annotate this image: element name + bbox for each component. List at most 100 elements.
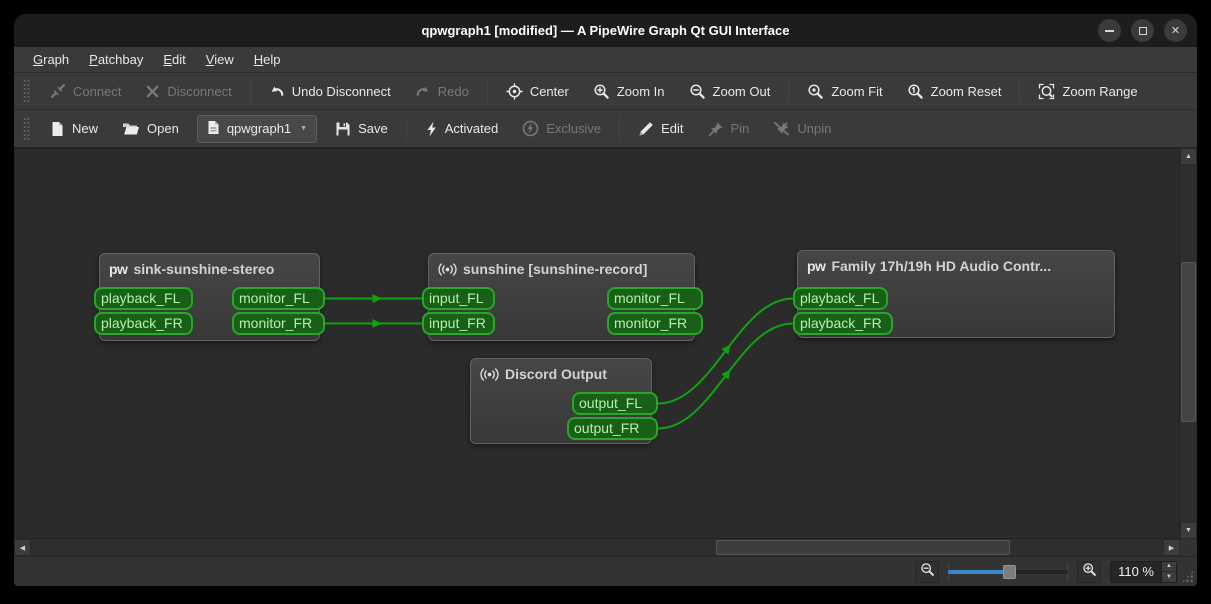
toolbar-separator <box>788 79 790 103</box>
menu-graph[interactable]: Graph <box>24 49 78 70</box>
pin-button[interactable]: Pin <box>697 116 761 142</box>
zoom-reset-button[interactable]: Zoom Reset <box>896 78 1013 105</box>
unpin-button[interactable]: Unpin <box>762 116 842 142</box>
canvas-area: pw sink-sunshine-stereo playback_FL playbac… <box>14 148 1197 556</box>
chevron-down-icon: ▼ <box>300 125 308 132</box>
scroll-right-button[interactable]: ▶ <box>1163 539 1180 556</box>
close-button[interactable]: ✕ <box>1164 19 1187 42</box>
minimize-icon <box>1105 29 1114 32</box>
spin-up-button[interactable]: ▲ <box>1162 561 1176 572</box>
scroll-down-button[interactable]: ▼ <box>1180 522 1197 539</box>
zoom-reset-icon <box>907 83 924 100</box>
menu-view[interactable]: View <box>197 49 243 70</box>
zoom-out-button[interactable]: Zoom Out <box>678 78 782 105</box>
zoom-in-button[interactable]: Zoom In <box>582 78 676 105</box>
zoom-slider[interactable] <box>948 562 1069 582</box>
node-header: pw sink-sunshine-stereo <box>100 254 319 284</box>
port[interactable]: playback_FL <box>94 287 193 310</box>
node-header: pw Family 17h/19h HD Audio Contr... <box>798 251 1114 281</box>
titlebar[interactable]: qpwgraph1 [modified] — A PipeWire Graph … <box>14 14 1197 47</box>
toolbar-separator <box>1019 79 1021 103</box>
maximize-button[interactable] <box>1131 19 1154 42</box>
redo-icon <box>415 84 431 99</box>
minimize-button[interactable] <box>1098 19 1121 42</box>
new-button[interactable]: New <box>39 116 109 142</box>
open-button[interactable]: Open <box>111 116 190 141</box>
arrow-right-icon: ▶ <box>1168 544 1175 552</box>
zoom-spinbox[interactable]: 110 % ▲ ▼ <box>1110 560 1177 583</box>
node-title: sink-sunshine-stereo <box>133 261 275 277</box>
stream-icon <box>438 262 457 277</box>
spin-down-button[interactable]: ▼ <box>1162 572 1176 582</box>
new-file-icon <box>50 121 65 137</box>
zoom-in-icon <box>1082 562 1097 582</box>
undo-icon <box>269 84 285 99</box>
toolbar-separator <box>486 79 488 103</box>
node-header: Discord Output <box>471 359 651 389</box>
port[interactable]: monitor_FR <box>232 312 325 335</box>
spin-buttons: ▲ ▼ <box>1161 561 1176 582</box>
zoom-out-small-button[interactable] <box>915 560 940 583</box>
zoom-slider-handle[interactable] <box>1003 564 1017 579</box>
node-title: Family 17h/19h HD Audio Contr... <box>831 258 1052 274</box>
scroll-up-button[interactable]: ▲ <box>1180 148 1197 165</box>
app-window: qpwgraph1 [modified] — A PipeWire Graph … <box>14 14 1197 586</box>
port[interactable]: monitor_FL <box>607 287 703 310</box>
disconnect-button[interactable]: Disconnect <box>134 79 242 104</box>
arrow-left-icon: ◀ <box>19 544 26 552</box>
connect-icon <box>50 83 66 99</box>
patchbay-select-value: qpwgraph1 <box>226 121 292 136</box>
connect-button[interactable]: Connect <box>39 78 132 104</box>
undo-button[interactable]: Undo Disconnect <box>258 79 402 104</box>
center-icon <box>506 82 523 100</box>
port[interactable]: playback_FR <box>793 312 893 335</box>
zoom-value: 110 % <box>1118 564 1154 579</box>
redo-button[interactable]: Redo <box>404 79 480 104</box>
horizontal-scrollbar[interactable]: ◀ ▶ <box>14 539 1180 556</box>
toolbar-file: New Open qpwgraph1 ▼ Save Activated Excl… <box>14 110 1197 148</box>
edit-button[interactable]: Edit <box>627 116 694 142</box>
port[interactable]: monitor_FL <box>232 287 325 310</box>
menu-help[interactable]: Help <box>245 49 290 70</box>
pin-icon <box>708 121 724 137</box>
graph-canvas[interactable]: pw sink-sunshine-stereo playback_FL playbac… <box>14 148 1180 539</box>
port[interactable]: playback_FL <box>793 287 888 310</box>
port[interactable]: output_FR <box>567 417 658 440</box>
window-controls: ✕ <box>1098 14 1187 47</box>
patchbay-select[interactable]: qpwgraph1 ▼ <box>196 114 318 143</box>
pipewire-icon: pw <box>109 261 128 277</box>
pipewire-icon: pw <box>807 258 826 274</box>
menu-edit[interactable]: Edit <box>154 49 194 70</box>
port[interactable]: output_FL <box>572 392 658 415</box>
menu-patchbay[interactable]: Patchbay <box>80 49 152 70</box>
center-button[interactable]: Center <box>495 78 580 105</box>
toolbar-separator <box>249 79 251 103</box>
graph-viewport[interactable]: pw sink-sunshine-stereo playback_FL playbac… <box>14 148 1180 539</box>
zoom-in-small-button[interactable] <box>1077 560 1102 583</box>
vertical-scrollbar-thumb[interactable] <box>1181 262 1196 422</box>
port[interactable]: input_FL <box>422 287 495 310</box>
horizontal-scrollbar-thumb[interactable] <box>716 540 1010 555</box>
scroll-left-button[interactable]: ◀ <box>14 539 31 556</box>
toolbar-separator <box>619 116 621 141</box>
zoom-fit-button[interactable]: Zoom Fit <box>796 78 893 105</box>
port[interactable]: input_FR <box>422 312 495 335</box>
node-title: sunshine [sunshine-record] <box>463 261 648 277</box>
zoom-fit-icon <box>807 83 824 100</box>
zoom-range-button[interactable]: Zoom Range <box>1027 78 1148 105</box>
zoom-slider-fill <box>948 569 1011 574</box>
zoom-range-icon <box>1038 83 1055 100</box>
exclusive-bolt-icon <box>522 120 539 137</box>
exclusive-button[interactable]: Exclusive <box>511 115 612 142</box>
port[interactable]: playback_FR <box>94 312 193 335</box>
port[interactable]: monitor_FR <box>607 312 703 335</box>
resize-grip-icon[interactable] <box>1181 570 1194 583</box>
arrow-down-icon: ▼ <box>1185 527 1192 534</box>
save-button[interactable]: Save <box>324 116 399 142</box>
node-title: Discord Output <box>505 366 607 382</box>
close-icon: ✕ <box>1170 25 1181 37</box>
toolbar-drag-handle[interactable] <box>23 116 30 141</box>
vertical-scrollbar[interactable]: ▲ ▼ <box>1180 148 1197 539</box>
activated-button[interactable]: Activated <box>414 116 509 142</box>
toolbar-drag-handle[interactable] <box>23 79 30 103</box>
